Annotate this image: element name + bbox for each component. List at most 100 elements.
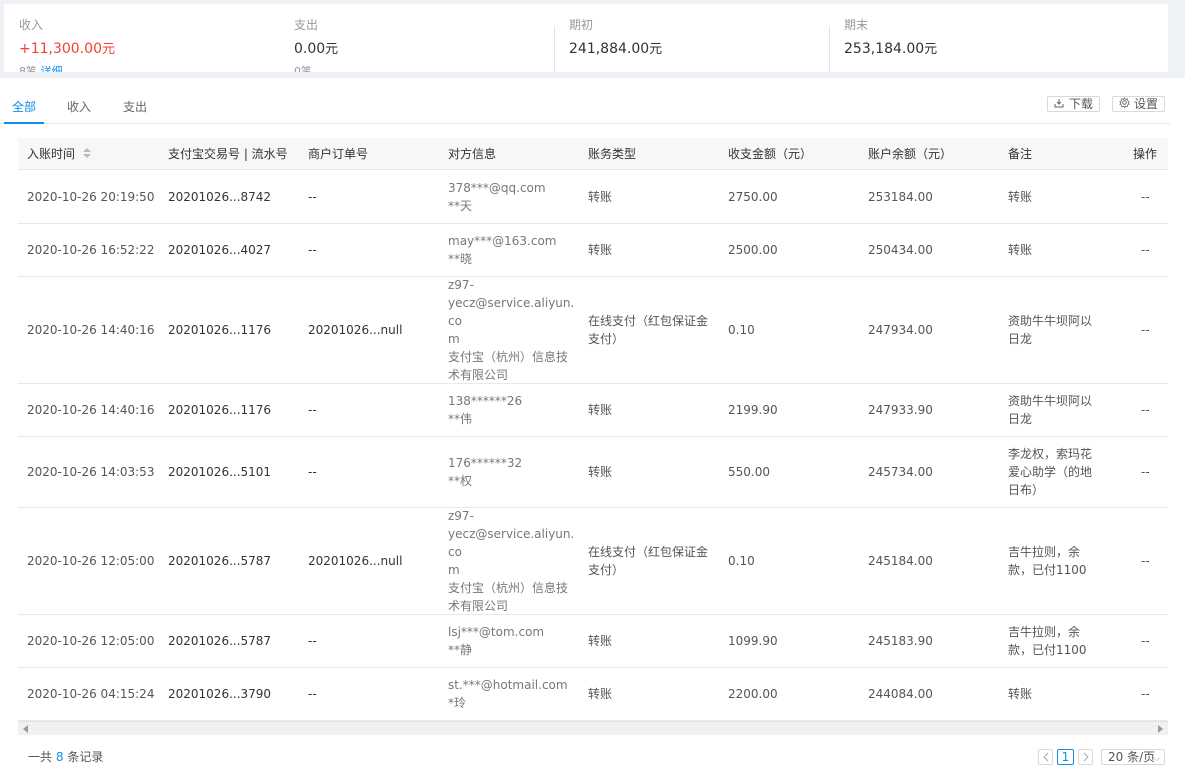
- counterparty-line: yecz@service.aliyun.co: [448, 527, 575, 559]
- scroll-right-icon[interactable]: [1158, 725, 1163, 733]
- cell-amount: 2199.90: [728, 403, 778, 417]
- cell-amount: 550.00: [728, 465, 770, 479]
- cell-action[interactable]: --: [1141, 615, 1150, 667]
- download-button[interactable]: 下载: [1047, 96, 1101, 112]
- tab-income[interactable]: 收入: [67, 90, 91, 124]
- cell-type: 转账: [588, 384, 713, 436]
- cell-trade-no: 20201026...4027: [168, 243, 272, 257]
- counterparty-line: 术有限公司: [448, 368, 509, 382]
- cell-order-no: 20201026...null: [308, 554, 403, 568]
- cell-amount: 0.10: [728, 323, 755, 337]
- col-action-header: 操作: [1133, 147, 1158, 161]
- chevron-down-icon: ⌵: [1153, 754, 1160, 764]
- col-balance-header: 账户余额（元）: [868, 147, 953, 161]
- remark-line: 吉牛拉则，余: [1008, 545, 1081, 559]
- table-row: 2020-10-26 20:19:50 20201026...8742 -- 378*…: [18, 170, 1168, 224]
- counterparty-line: 术有限公司: [448, 599, 509, 613]
- opening-label: 期初: [569, 18, 594, 32]
- counterparty-line: **权: [448, 474, 473, 488]
- col-remark-header: 备注: [1008, 147, 1033, 161]
- expense-label: 支出: [294, 18, 319, 32]
- cell-remark: 李龙权，索玛花 爱心助学（的地 日布）: [1008, 437, 1133, 507]
- prev-page-button[interactable]: [1038, 749, 1053, 765]
- counterparty-line: st.***@hotmail.com: [448, 678, 568, 692]
- income-label: 收入: [19, 18, 44, 32]
- table-body: 2020-10-26 20:19:50 20201026...8742 -- 378*…: [18, 170, 1168, 721]
- cell-remark: 转账: [1008, 668, 1133, 720]
- horizontal-scrollbar[interactable]: [18, 721, 1168, 735]
- counterparty-line: z97-: [448, 509, 474, 523]
- remark-line: 吉牛拉则，余: [1008, 625, 1081, 639]
- transactions-table: 入账时间 支付宝交易号 | 流水号 商户订单号 对方信息 账务类型 收支金额（元…: [18, 138, 1168, 721]
- remark-line: 资助牛牛坝阿以: [1008, 394, 1093, 408]
- sort-icon[interactable]: [83, 148, 92, 160]
- cell-balance: 245183.90: [868, 634, 933, 648]
- col-type-header: 账务类型: [588, 147, 637, 161]
- cell-amount: 2500.00: [728, 243, 778, 257]
- type-line: 转账: [588, 465, 613, 479]
- remark-line: 转账: [1008, 189, 1033, 204]
- type-line: 转账: [588, 634, 613, 648]
- cell-trade-no: 20201026...5787: [168, 634, 272, 648]
- cell-time: 2020-10-26 20:19:50: [27, 189, 155, 204]
- counterparty-line: may***@163.com: [448, 234, 557, 248]
- cell-time: 2020-10-26 12:05:00: [27, 554, 155, 568]
- tab-all[interactable]: 全部: [4, 90, 45, 124]
- cell-balance: 245734.00: [868, 465, 933, 479]
- cell-balance: 253184.00: [868, 189, 933, 204]
- cell-trade-no: 20201026...1176: [168, 403, 272, 417]
- cell-remark: 资助牛牛坝阿以 日龙: [1008, 384, 1133, 436]
- type-line: 转账: [588, 189, 613, 204]
- table-row: 2020-10-26 16:52:22 20201026...4027 -- may*…: [18, 224, 1168, 277]
- col-counterparty-header: 对方信息: [448, 147, 497, 161]
- counterparty-line: **晓: [448, 252, 473, 266]
- income-detail-link[interactable]: 详细: [41, 65, 63, 73]
- income-stat: 收入 +11,300.00元 8笔 详细: [4, 4, 279, 72]
- cell-trade-no: 20201026...3790: [168, 687, 272, 701]
- next-page-button[interactable]: [1078, 749, 1093, 765]
- col-time-header[interactable]: 入账时间: [27, 138, 92, 170]
- chevron-left-icon: [1042, 752, 1048, 762]
- cell-time: 2020-10-26 14:03:53: [27, 465, 155, 479]
- cell-time: 2020-10-26 12:05:00: [27, 634, 155, 648]
- cell-action[interactable]: --: [1141, 277, 1150, 383]
- tab-bar: 全部 收入 支出: [0, 90, 1170, 124]
- cell-action[interactable]: --: [1141, 224, 1150, 276]
- settings-button[interactable]: 设置: [1112, 96, 1166, 112]
- type-line: 在线支付（红包保证金: [588, 545, 709, 559]
- page-1-button[interactable]: 1: [1057, 749, 1074, 765]
- remark-line: 款，已付1100: [1008, 563, 1087, 577]
- counterparty-line: **伟: [448, 412, 473, 426]
- cell-balance: 245184.00: [868, 554, 933, 568]
- cell-amount: 1099.90: [728, 634, 778, 648]
- counterparty-line: 支付宝（杭州）信息技: [448, 581, 569, 595]
- remark-line: 资助牛牛坝阿以: [1008, 314, 1093, 328]
- scroll-left-icon[interactable]: [23, 725, 28, 733]
- cell-action[interactable]: --: [1141, 384, 1150, 436]
- table-header: 入账时间 支付宝交易号 | 流水号 商户订单号 对方信息 账务类型 收支金额（元…: [18, 138, 1168, 170]
- cell-order-no: --: [308, 634, 317, 648]
- counterparty-line: m: [448, 563, 460, 577]
- tab-expense[interactable]: 支出: [123, 90, 147, 124]
- remark-line: 转账: [1008, 243, 1033, 257]
- cell-action[interactable]: --: [1141, 437, 1150, 507]
- cell-order-no: --: [308, 465, 317, 479]
- remark-line: 日龙: [1008, 332, 1033, 346]
- remark-line: 款，已付1100: [1008, 643, 1087, 657]
- type-line: 在线支付（红包保证金: [588, 314, 709, 328]
- page-size-select[interactable]: 20 条/页 ⌵: [1101, 749, 1165, 765]
- stat-divider: [554, 26, 555, 72]
- cell-action[interactable]: --: [1141, 668, 1150, 720]
- cell-time: 2020-10-26 14:40:16: [27, 323, 155, 337]
- remark-line: 日布）: [1008, 483, 1045, 497]
- counterparty-line: 176******32: [448, 456, 523, 470]
- cell-type: 转账: [588, 437, 713, 507]
- table-row: 2020-10-26 14:40:16 20201026...1176 202010…: [18, 277, 1168, 384]
- cell-action[interactable]: --: [1141, 170, 1150, 223]
- opening-value: 241,884.00元: [569, 41, 663, 57]
- download-icon: [1053, 98, 1065, 112]
- type-line: 转账: [588, 243, 613, 257]
- cell-remark: 资助牛牛坝阿以 日龙: [1008, 277, 1133, 383]
- cell-action[interactable]: --: [1141, 508, 1150, 614]
- cell-amount: 2200.00: [728, 687, 778, 701]
